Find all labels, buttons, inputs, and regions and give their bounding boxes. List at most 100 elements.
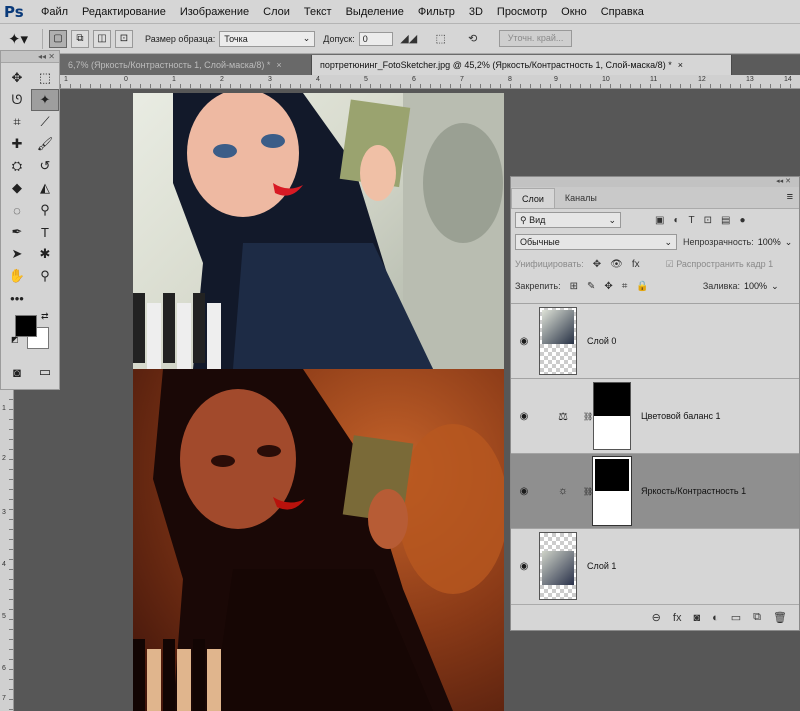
zoom-icon[interactable]: ⚲ [31, 265, 59, 287]
add-selection-button[interactable]: ⧉ [71, 29, 89, 48]
tab-channels[interactable]: Каналы [555, 188, 607, 208]
move-icon[interactable]: ✥ [3, 67, 31, 89]
menu-filter[interactable]: Фильтр [411, 0, 462, 24]
filter-pixel-icon[interactable]: ▣ [655, 215, 664, 226]
unify-position-icon[interactable]: ✥ [593, 259, 601, 270]
eye-icon[interactable]: ◉ [511, 411, 537, 422]
close-icon[interactable]: × [276, 60, 281, 70]
anti-alias-icon[interactable]: ◢◢ [399, 30, 419, 48]
opacity-input[interactable]: 100% [758, 237, 781, 247]
eyedropper-icon[interactable]: ⟋ [31, 111, 59, 133]
pen-icon[interactable]: ✒ [3, 221, 31, 243]
layer-name[interactable]: Слой 0 [587, 336, 616, 346]
marquee-icon[interactable]: ⬚ [31, 67, 59, 89]
tab-document-1[interactable]: 6,7% (Яркость/Контрастность 1, Слой-маск… [60, 55, 312, 75]
lasso-icon[interactable]: ᘎ [3, 89, 31, 111]
menu-file[interactable]: Файл [34, 0, 75, 24]
sample-all-layers-icon[interactable]: ⟲ [463, 30, 483, 48]
history-brush-icon[interactable]: ↺ [31, 155, 59, 177]
lock-artboard-icon[interactable]: ⌗ [622, 281, 628, 292]
bucket-icon[interactable]: ◭ [31, 177, 59, 199]
tab-document-2[interactable]: портретюнинг_FotoSketcher.jpg @ 45,2% (Я… [312, 55, 732, 75]
foreground-color-swatch[interactable] [15, 315, 37, 337]
intersect-selection-button[interactable]: ⊡ [115, 29, 133, 48]
lock-position-icon[interactable]: ✥ [604, 281, 612, 292]
link-icon[interactable]: ⛓ [583, 412, 593, 421]
default-colors-icon[interactable]: ◩ [11, 335, 19, 344]
menu-edit[interactable]: Редактирование [75, 0, 173, 24]
add-mask-icon[interactable]: ◙ [693, 612, 700, 624]
layer-row[interactable]: ◉ Слой 1 [511, 528, 799, 603]
eye-icon[interactable]: ◉ [511, 561, 537, 572]
swap-colors-icon[interactable]: ⇄ [41, 311, 49, 322]
new-selection-button[interactable]: ▢ [49, 29, 67, 48]
chevron-down-icon[interactable]: ⌄ [785, 237, 793, 248]
new-group-icon[interactable]: ▭ [731, 611, 741, 624]
tolerance-input[interactable]: 0 [358, 31, 393, 46]
layer-row[interactable]: ◉ Слой 0 [511, 303, 799, 378]
layer-filter-select[interactable]: ⚲ Вид ⌄ [515, 212, 621, 228]
lock-transparent-icon[interactable]: ⊞ [570, 281, 578, 292]
lock-all-icon[interactable]: 🔒 [636, 281, 648, 292]
lock-image-icon[interactable]: ✎ [587, 281, 595, 292]
new-layer-icon[interactable]: ⧉ [753, 611, 761, 624]
menu-view[interactable]: Просмотр [490, 0, 554, 24]
link-icon[interactable]: ⛓ [583, 487, 593, 496]
menu-layers[interactable]: Слои [256, 0, 297, 24]
brush-icon[interactable]: 🖌 [31, 133, 59, 155]
propagate-checkbox[interactable]: ☑ Распространить кадр 1 [666, 259, 774, 270]
filter-smart-object-icon[interactable]: ▤ [721, 215, 730, 226]
quick-mask-icon[interactable]: ◙ [3, 361, 31, 383]
unify-visibility-icon[interactable]: 👁 [610, 259, 623, 270]
panel-menu-icon[interactable]: ≡ [787, 191, 793, 203]
refine-edge-button[interactable]: Уточн. край... [498, 30, 573, 47]
menu-select[interactable]: Выделение [339, 0, 411, 24]
trash-icon[interactable]: 🗑 [773, 611, 787, 624]
filter-shape-icon[interactable]: ⊡ [704, 215, 712, 226]
eraser-icon[interactable]: ◆ [3, 177, 31, 199]
tab-layers[interactable]: Слои [511, 188, 555, 208]
layers-panel-collapse[interactable]: ◂◂ ✕ [511, 177, 799, 187]
blur-icon[interactable]: ◌ [3, 199, 31, 221]
magic-wand-icon[interactable]: ✦ [31, 89, 59, 111]
blend-mode-select[interactable]: Обычные ⌄ [515, 234, 677, 250]
layer-name[interactable]: Слой 1 [587, 561, 616, 571]
link-layers-icon[interactable]: ⊖ [652, 611, 661, 624]
crop-icon[interactable]: ⌗ [3, 111, 31, 133]
layer-row[interactable]: ◉ ⚖ ⛓ Цветовой баланс 1 [511, 378, 799, 453]
healing-icon[interactable]: ✚ [3, 133, 31, 155]
close-icon[interactable]: × [678, 60, 683, 70]
eye-icon[interactable]: ◉ [511, 336, 537, 347]
dodge-icon[interactable]: ⚲ [31, 199, 59, 221]
eye-icon[interactable]: ◉ [511, 486, 537, 497]
chevron-down-icon[interactable]: ⌄ [771, 281, 779, 292]
type-icon[interactable]: T [31, 221, 59, 243]
layer-mask-thumbnail[interactable] [593, 382, 631, 450]
fill-input[interactable]: 100% [744, 281, 767, 291]
menu-help[interactable]: Справка [594, 0, 651, 24]
menu-image[interactable]: Изображение [173, 0, 256, 24]
shape-icon[interactable]: ✱ [31, 243, 59, 265]
layer-style-icon[interactable]: fx [673, 612, 682, 624]
menu-3d[interactable]: 3D [462, 0, 490, 24]
screen-mode-icon[interactable]: ▭ [31, 361, 59, 383]
more-icon[interactable]: ••• [3, 287, 31, 309]
layer-mask-thumbnail[interactable] [592, 456, 632, 526]
filter-type-icon[interactable]: T [689, 215, 695, 226]
layer-row-selected[interactable]: ◉ ☼ ⛓ Яркость/Контрастность 1 [511, 453, 799, 528]
stamp-icon[interactable]: ⛭ [3, 155, 31, 177]
layer-name[interactable]: Цветовой баланс 1 [641, 411, 720, 421]
contiguous-icon[interactable]: ⬚ [431, 30, 451, 48]
filter-toggle-icon[interactable]: ● [739, 215, 745, 226]
layer-name[interactable]: Яркость/Контрастность 1 [641, 486, 746, 496]
unify-style-icon[interactable]: fx [632, 259, 640, 270]
tools-panel-header[interactable]: ◂◂ ✕ [1, 51, 59, 63]
filter-adjustment-icon[interactable]: ◐ [673, 215, 679, 226]
new-adjustment-icon[interactable]: ◐ [712, 612, 719, 624]
subtract-selection-button[interactable]: ◫ [93, 29, 111, 48]
menu-window[interactable]: Окно [554, 0, 594, 24]
menu-type[interactable]: Текст [297, 0, 339, 24]
sample-size-select[interactable]: Точка ⌄ [219, 30, 316, 47]
hand-icon[interactable]: ✋ [3, 265, 31, 287]
path-select-icon[interactable]: ➤ [3, 243, 31, 265]
